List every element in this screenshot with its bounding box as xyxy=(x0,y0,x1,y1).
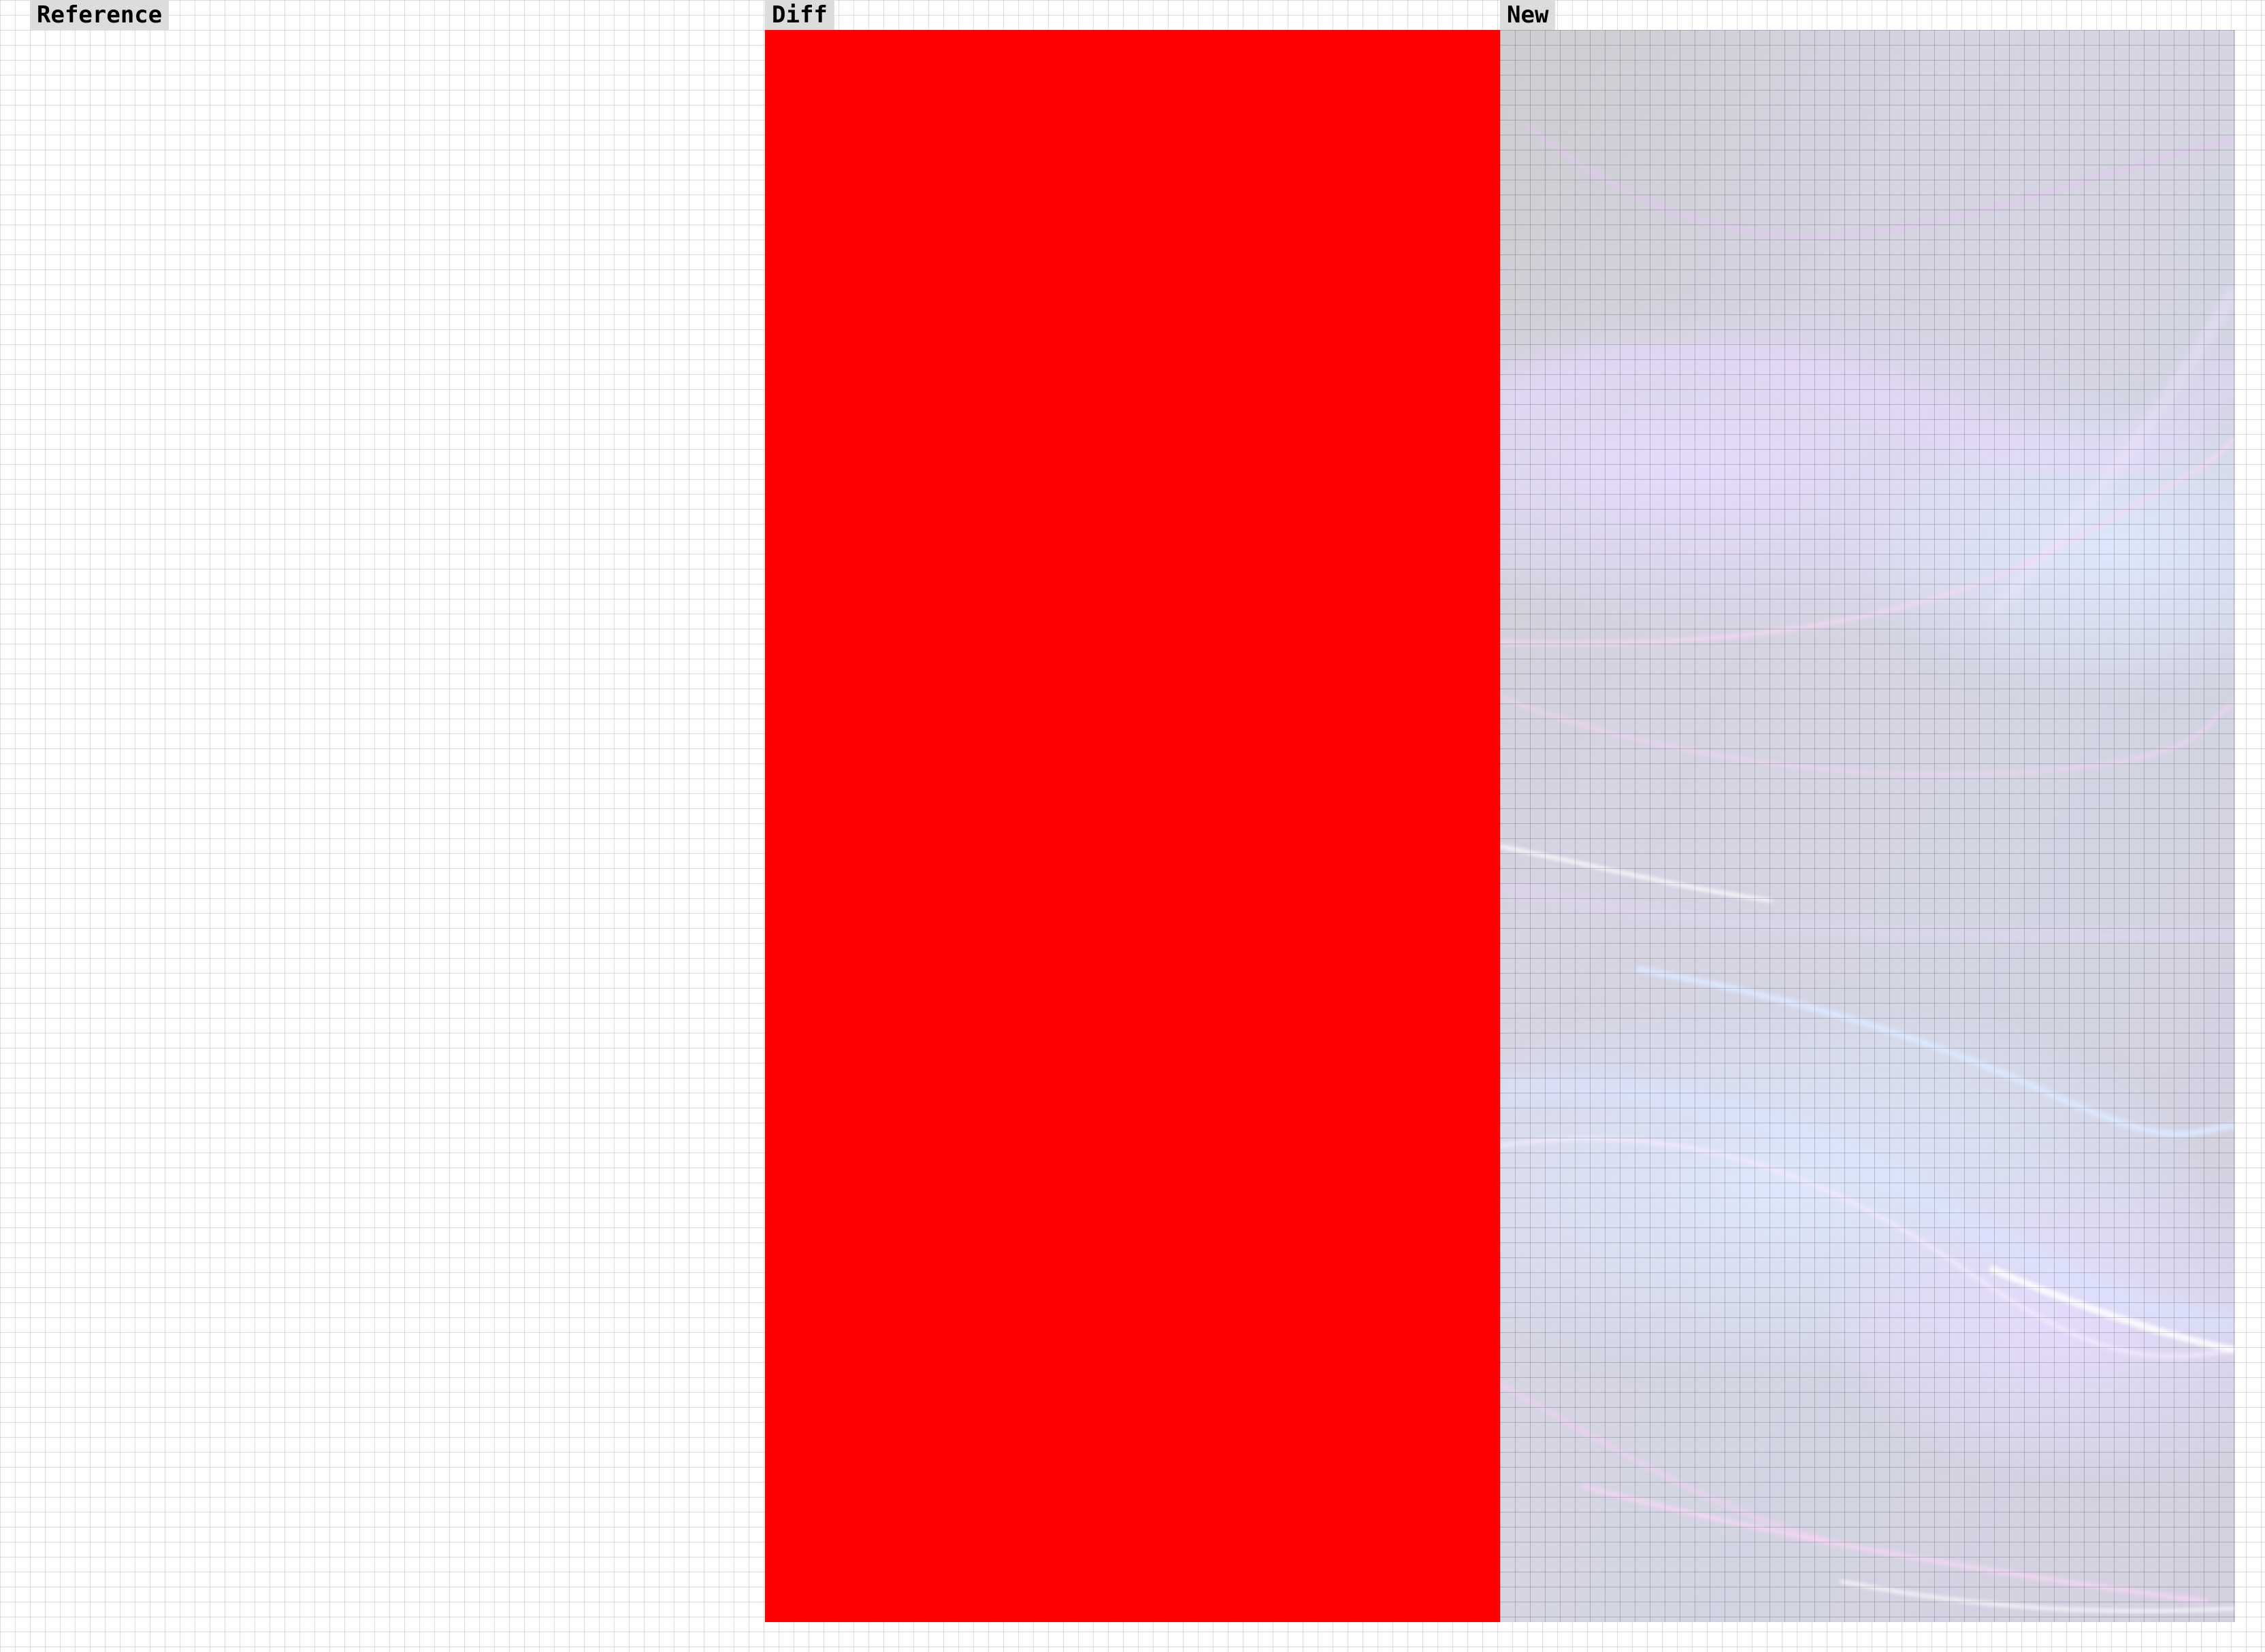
abstract-wave-wallpaper xyxy=(1500,30,2235,1622)
diff-panel xyxy=(765,30,1500,1622)
diff-label: Diff xyxy=(765,0,834,30)
reference-label: Reference xyxy=(30,0,169,30)
new-label: New xyxy=(1500,0,1556,30)
new-panel xyxy=(1500,30,2235,1622)
comparison-view: Reference Diff New xyxy=(0,0,2265,1652)
reference-panel xyxy=(30,30,765,1622)
